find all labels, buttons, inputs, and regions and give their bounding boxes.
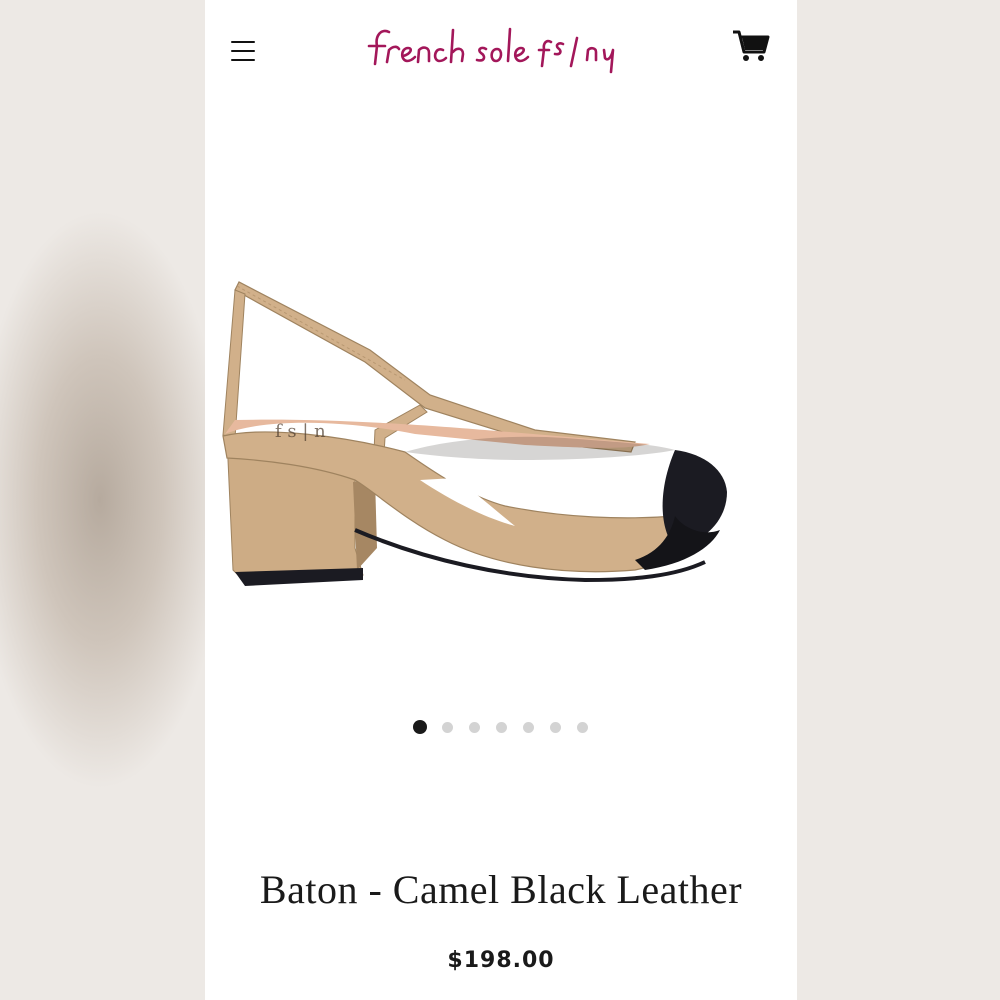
carousel-dot[interactable] <box>548 720 562 734</box>
product-page: f s | n Baton - Camel Black Leather $198… <box>205 0 797 1000</box>
screenshot-frame: f s | n Baton - Camel Black Leather $198… <box>0 0 1000 1000</box>
carousel-pagination <box>205 720 797 740</box>
cart-button[interactable] <box>731 26 771 66</box>
slingback-shoe-image: f s | n <box>222 281 727 586</box>
site-header <box>205 0 797 100</box>
carousel-dot[interactable] <box>521 720 535 734</box>
brand-logo[interactable] <box>355 16 655 76</box>
carousel-dot[interactable] <box>440 720 454 734</box>
menu-button[interactable] <box>227 36 259 68</box>
product-title: Baton - Camel Black Leather <box>259 867 743 912</box>
product-image[interactable]: f s | n <box>205 230 797 630</box>
carousel-dot[interactable] <box>413 720 427 734</box>
svg-text:f s | n: f s | n <box>275 421 326 442</box>
shopping-cart-icon <box>733 30 770 61</box>
carousel-dot[interactable] <box>467 720 481 734</box>
carousel-dot[interactable] <box>575 720 589 734</box>
carousel-dot[interactable] <box>494 720 508 734</box>
product-price: $198.00 <box>447 948 555 973</box>
brand-logo-wordmark <box>367 27 615 74</box>
